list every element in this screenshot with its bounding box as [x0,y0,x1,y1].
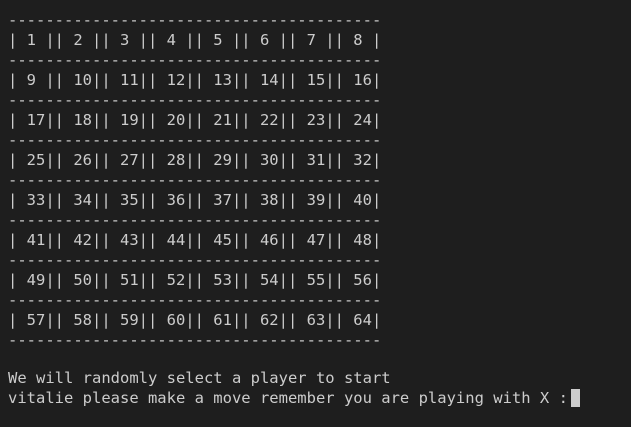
terminal-output: We will randomly select a player to star… [8,368,580,408]
board-separator: ---------------------------------------- [8,11,382,29]
board-separator: ---------------------------------------- [8,51,382,69]
board-row: | 25|| 26|| 27|| 28|| 29|| 30|| 31|| 32| [8,151,382,169]
board-row: | 41|| 42|| 43|| 44|| 45|| 46|| 47|| 48| [8,231,382,249]
move-prompt: vitalie please make a move remember you … [8,389,568,407]
board-row: | 1 || 2 || 3 || 4 || 5 || 6 || 7 || 8 | [8,31,382,49]
text-cursor[interactable] [570,389,580,407]
board-separator: ---------------------------------------- [8,291,382,309]
terminal-window[interactable]: ----------------------------------------… [0,0,631,427]
board-row: | 9 || 10|| 11|| 12|| 13|| 14|| 15|| 16| [8,71,382,89]
board-separator: ---------------------------------------- [8,171,382,189]
board-separator: ---------------------------------------- [8,91,382,109]
board-row: | 33|| 34|| 35|| 36|| 37|| 38|| 39|| 40| [8,191,382,209]
board-separator: ---------------------------------------- [8,211,382,229]
board-separator: ---------------------------------------- [8,131,382,149]
game-board: ----------------------------------------… [8,10,381,350]
board-row: | 17|| 18|| 19|| 20|| 21|| 22|| 23|| 24| [8,111,382,129]
board-row: | 57|| 58|| 59|| 60|| 61|| 62|| 63|| 64| [8,311,382,329]
board-separator: ---------------------------------------- [8,331,382,349]
board-row: | 49|| 50|| 51|| 52|| 53|| 54|| 55|| 56| [8,271,382,289]
start-message: We will randomly select a player to star… [8,369,391,387]
prompt-line[interactable]: vitalie please make a move remember you … [8,388,580,408]
board-separator: ---------------------------------------- [8,251,382,269]
